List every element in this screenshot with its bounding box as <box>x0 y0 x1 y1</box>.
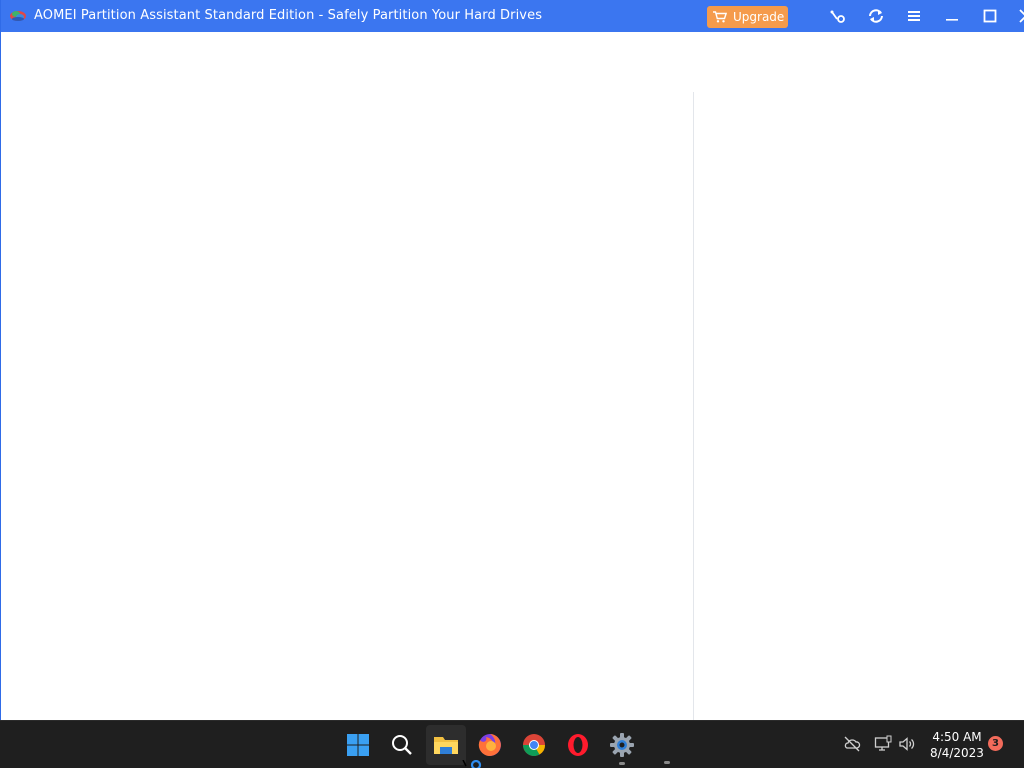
search-icon <box>392 735 412 755</box>
running-indicator <box>664 761 670 764</box>
notification-badge[interactable]: 3 <box>988 736 1003 751</box>
aomei-logo-icon <box>10 11 26 21</box>
system-clock[interactable]: 4:50 AM 8/4/2023 <box>924 729 990 761</box>
network-icon[interactable] <box>874 735 892 753</box>
window-title: AOMEI Partition Assistant Standard Editi… <box>34 8 543 23</box>
windows-logo-icon <box>347 734 369 756</box>
taskbar: 4:50 AM 8/4/2023 <box>0 720 1024 768</box>
close-icon[interactable] <box>1017 7 1024 25</box>
chrome-button[interactable] <box>514 721 554 769</box>
pane-divider[interactable] <box>693 92 694 720</box>
cart-icon <box>713 11 727 23</box>
clock-time: 4:50 AM <box>932 730 982 744</box>
minimize-icon[interactable] <box>943 7 961 25</box>
folder-icon <box>434 737 458 754</box>
chrome-icon <box>523 734 545 756</box>
running-indicator <box>619 762 625 765</box>
upgrade-button[interactable]: Upgrade <box>707 6 788 28</box>
aomei-taskbar-button[interactable] <box>602 721 642 769</box>
cloud-offline-icon[interactable] <box>843 735 861 753</box>
refresh-icon[interactable] <box>867 7 885 25</box>
volume-icon[interactable] <box>898 735 916 753</box>
feedback-icon[interactable] <box>829 7 847 25</box>
start-button[interactable] <box>338 721 378 769</box>
menu-icon[interactable] <box>905 7 923 25</box>
file-explorer-button[interactable] <box>426 725 466 765</box>
opera-button[interactable] <box>558 721 598 769</box>
mouse-cursor-icon <box>462 760 482 768</box>
search-button[interactable] <box>382 721 422 769</box>
app-window: AOMEI Partition Assistant Standard Editi… <box>0 0 1024 720</box>
gear-icon <box>610 733 634 757</box>
firefox-icon <box>478 734 501 756</box>
title-bar[interactable]: AOMEI Partition Assistant Standard Editi… <box>1 0 1024 32</box>
upgrade-label: Upgrade <box>733 10 785 24</box>
maximize-icon[interactable] <box>981 7 999 25</box>
opera-icon <box>568 734 588 756</box>
clock-date: 8/4/2023 <box>930 746 984 760</box>
